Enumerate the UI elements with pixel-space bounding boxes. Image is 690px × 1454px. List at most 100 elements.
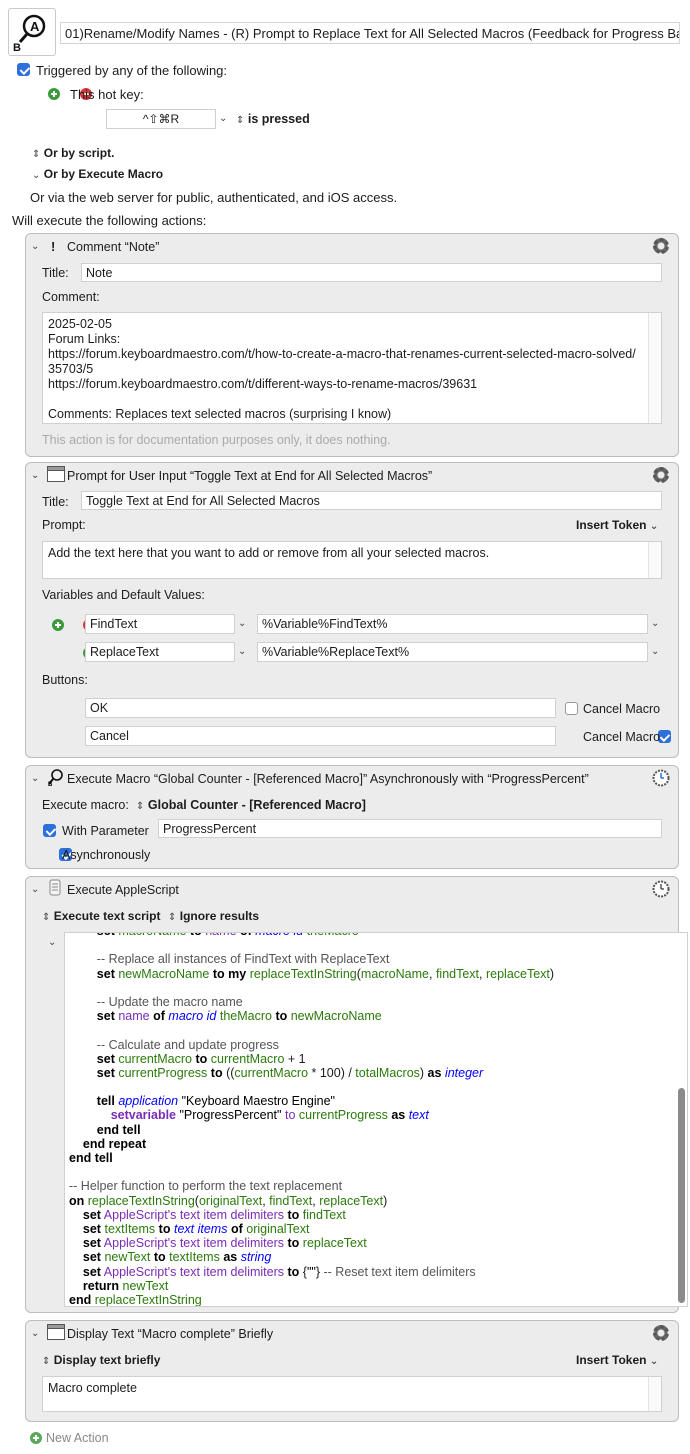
add-variable-icon[interactable] [52, 619, 64, 631]
clock-gear-icon[interactable] [652, 880, 670, 898]
gear-icon[interactable] [653, 1325, 669, 1341]
hotkey-field[interactable]: ^⇧⌘R [106, 109, 216, 129]
execute-macro-value: Global Counter - [Referenced Macro] [147, 798, 366, 812]
variable-name-field[interactable]: ReplaceText [85, 642, 235, 662]
disclosure-chevron-icon[interactable]: ⌄ [31, 884, 39, 895]
execute-mode-label: Execute text script [53, 909, 161, 923]
scrollbar[interactable] [648, 313, 661, 423]
svg-text:A: A [30, 19, 40, 34]
updown-chevron-icon: ⇕ [136, 801, 145, 812]
exclamation-icon: ! [51, 239, 56, 254]
comment-action[interactable]: ⌄ ! Comment “Note” Title: Note Comment: … [25, 233, 679, 457]
disclosure-chevron-icon[interactable]: ⌄ [31, 1328, 39, 1339]
chevron-down-icon[interactable]: ⌄ [238, 618, 246, 629]
macro-icon[interactable]: A B [8, 8, 56, 56]
or-by-execute-macro-label: Or by Execute Macro [43, 167, 164, 181]
insert-token-label: Insert Token [576, 1353, 647, 1367]
with-parameter-checkbox[interactable] [43, 824, 56, 837]
updown-chevron-icon: ⇕ [42, 912, 51, 923]
scrollbar[interactable] [648, 1377, 661, 1411]
prompt-title-field[interactable]: Toggle Text at End for All Selected Macr… [81, 491, 662, 510]
chevron-down-icon: ⌄ [649, 1356, 659, 1367]
chevron-down-icon: ⌄ [649, 521, 659, 532]
updown-chevron-icon: ⇕ [32, 149, 41, 160]
applescript-header: Execute AppleScript [67, 883, 179, 897]
execute-mode-popup[interactable]: ⇕ Execute text script [42, 909, 160, 923]
or-by-script[interactable]: ⇕ Or by script. [32, 146, 114, 160]
comment-label: Comment: [42, 290, 100, 304]
insert-token-label: Insert Token [576, 518, 647, 532]
web-server-note: Or via the web server for public, authen… [30, 190, 398, 205]
new-action-plus-bar [35, 1435, 37, 1441]
applescript-editor[interactable]: set macroName to name of macro id theMac… [64, 932, 688, 1307]
updown-chevron-icon: ⇕ [168, 912, 177, 923]
comment-textarea[interactable]: 2025-02-05 Forum Links: https://forum.ke… [42, 312, 662, 424]
gear-icon[interactable] [653, 467, 669, 483]
cancel-macro-label: Cancel Macro [583, 730, 661, 744]
variable-default-field[interactable]: %Variable%ReplaceText% [257, 642, 648, 662]
chevron-down-icon[interactable]: ⌄ [219, 113, 227, 124]
button-name-field[interactable]: Cancel [85, 726, 556, 746]
or-by-execute-macro[interactable]: ⌄ Or by Execute Macro [32, 167, 163, 181]
comment-footer-note: This action is for documentation purpose… [42, 433, 391, 447]
chevron-down-icon[interactable]: ⌄ [651, 618, 659, 629]
results-mode-label: Ignore results [179, 909, 260, 923]
chevron-down-icon[interactable]: ⌄ [651, 646, 659, 657]
display-text-action[interactable]: ⌄ Display Text “Macro complete” Briefly … [25, 1320, 679, 1422]
scrollbar[interactable] [648, 542, 661, 578]
disclosure-chevron-icon[interactable]: ⌄ [31, 773, 39, 784]
comment-title-label: Title: [42, 266, 69, 280]
comment-line: 35703/5 [48, 362, 94, 376]
script-scroll-icon [49, 879, 61, 896]
insert-token-popup[interactable]: Insert Token ⌄ [576, 1353, 658, 1367]
with-parameter-label: With Parameter [62, 824, 149, 838]
chevron-down-icon[interactable]: ⌄ [238, 646, 246, 657]
display-text-header: Display Text “Macro complete” Briefly [67, 1327, 274, 1341]
comment-title-field[interactable]: Note [81, 263, 662, 282]
window-icon [47, 466, 65, 482]
scrollbar-thumb[interactable] [678, 1088, 685, 1303]
comment-line: Comments: Replaces text selected macros … [48, 407, 392, 421]
prompt-textarea[interactable]: Add the text here that you want to add o… [42, 541, 662, 579]
triggered-label: Triggered by any of the following: [36, 63, 228, 78]
macro-b-a-icon: A B [13, 14, 46, 54]
triggered-checkbox[interactable] [17, 63, 30, 76]
pressed-popup[interactable]: ⇕ is pressed [236, 112, 310, 126]
prompt-label: Prompt: [42, 518, 86, 532]
new-action-link[interactable]: New Action [46, 1431, 109, 1445]
execute-macro-icon: B [48, 769, 63, 786]
prompt-text: Add the text here that you want to add o… [48, 546, 490, 560]
cancel-macro-label: Cancel Macro [583, 702, 661, 716]
results-mode-popup[interactable]: ⇕ Ignore results [168, 909, 259, 923]
variables-label: Variables and Default Values: [42, 588, 205, 602]
clock-gear-icon[interactable] [652, 769, 670, 787]
parameter-field[interactable]: ProgressPercent [158, 819, 662, 838]
disclosure-chevron-icon[interactable]: ⌄ [31, 241, 39, 252]
pressed-label: is pressed [247, 112, 310, 126]
display-text-textarea[interactable]: Macro complete [42, 1376, 662, 1412]
code-fold-chevron-icon[interactable]: ⌄ [48, 937, 56, 948]
applescript-action[interactable]: ⌄ Execute AppleScript ⇕ Execute text scr… [25, 876, 688, 1313]
svg-text:B: B [13, 42, 21, 54]
comment-line: Forum Links: [48, 332, 121, 346]
display-mode-popup[interactable]: ⇕ Display text briefly [42, 1353, 160, 1367]
macro-title-field[interactable]: 01)Rename/Modify Names - (R) Prompt to R… [60, 22, 680, 44]
prompt-action[interactable]: ⌄ Prompt for User Input “Toggle Text at … [25, 462, 679, 758]
comment-header: Comment “Note” [67, 240, 160, 254]
insert-token-popup[interactable]: Insert Token ⌄ [576, 518, 658, 532]
button-name-field[interactable]: OK [85, 698, 556, 718]
hotkey-label: This hot key: [70, 87, 144, 102]
code-lines: set macroName to name of macro id theMac… [69, 933, 555, 1307]
variable-default-field[interactable]: %Variable%FindText% [257, 614, 648, 634]
execute-macro-label: Execute macro: [42, 798, 129, 812]
execute-macro-popup[interactable]: ⇕ Global Counter - [Referenced Macro] [136, 798, 366, 812]
disclosure-chevron-icon[interactable]: ⌄ [31, 470, 39, 481]
add-trigger-icon[interactable] [48, 88, 61, 100]
execute-macro-header: Execute Macro “Global Counter - [Referen… [67, 772, 589, 786]
comment-line: 2025-02-05 [48, 317, 112, 331]
variable-name-field[interactable]: FindText [85, 614, 235, 634]
execute-macro-action[interactable]: ⌄ B Execute Macro “Global Counter - [Ref… [25, 765, 679, 869]
asynchronously-label: Asynchronously [62, 848, 151, 862]
cancel-macro-checkbox[interactable] [565, 702, 578, 715]
gear-icon[interactable] [653, 238, 669, 254]
